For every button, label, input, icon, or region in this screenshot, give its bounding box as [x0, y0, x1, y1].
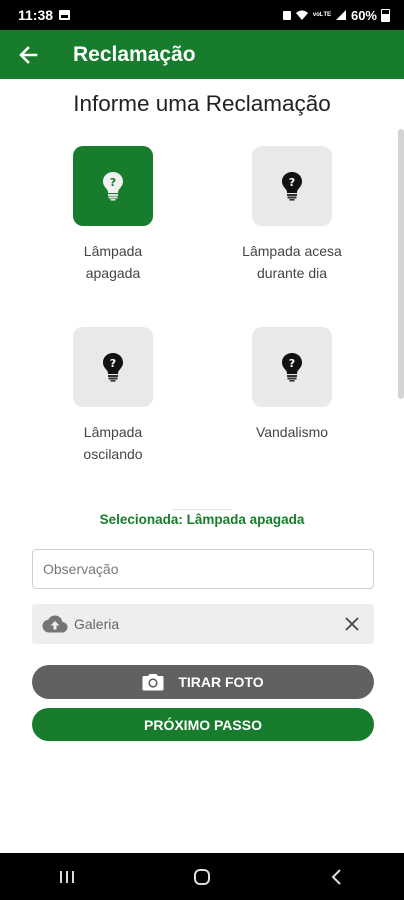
- option-vandalismo[interactable]: ? Vandalismo: [207, 327, 377, 443]
- svg-text:?: ?: [289, 176, 295, 189]
- back-button[interactable]: [0, 30, 56, 79]
- option-lampada-apagada[interactable]: ? Lâmpada apagada: [28, 146, 198, 284]
- option-tile[interactable]: ?: [252, 146, 332, 226]
- option-label: Lâmpada acesa durante dia: [242, 243, 342, 281]
- cloud-upload-icon: [42, 615, 68, 633]
- gallery-label: Galeria: [74, 616, 120, 632]
- home-icon: [193, 868, 210, 885]
- status-bar: 11:38 ᵛᵒᴸᵀᴱ 60%: [0, 0, 404, 30]
- battery-icon: [381, 8, 390, 22]
- wifi-icon: [295, 10, 308, 20]
- lock-icon: [282, 10, 291, 20]
- option-lampada-oscilando[interactable]: ? Lâmpada oscilando: [28, 327, 198, 465]
- option-tile[interactable]: ?: [252, 327, 332, 407]
- page-title: Informe uma Reclamação: [73, 91, 331, 116]
- clear-button[interactable]: [340, 612, 364, 636]
- observation-input[interactable]: [32, 549, 374, 589]
- selected-option-text: Selecionada: Lâmpada apagada: [99, 512, 305, 527]
- app-title: Reclamação: [73, 42, 196, 66]
- status-left: 11:38: [18, 7, 71, 23]
- home-button[interactable]: [172, 857, 232, 897]
- svg-text:?: ?: [110, 176, 116, 189]
- lightbulb-icon: ?: [282, 172, 302, 201]
- main-content: Informe uma Reclamação ? Lâmpada apagada: [0, 79, 404, 853]
- chevron-left-icon: [331, 868, 341, 885]
- take-photo-button[interactable]: TIRAR FOTO: [32, 665, 374, 699]
- arrow-left-icon: [19, 45, 38, 64]
- gallery-field[interactable]: Galeria: [32, 604, 374, 644]
- next-step-label: PRÓXIMO PASSO: [144, 716, 262, 733]
- recents-button[interactable]: [37, 857, 97, 897]
- option-label: Lâmpada oscilando: [83, 424, 143, 462]
- signal-icon: [335, 10, 346, 20]
- battery-percent: 60%: [350, 7, 377, 23]
- lightbulb-icon: ?: [103, 172, 123, 201]
- option-lampada-acesa[interactable]: ? Lâmpada acesa durante dia: [207, 146, 377, 284]
- option-label: Lâmpada apagada: [83, 243, 143, 281]
- status-time: 11:38: [18, 7, 54, 23]
- scrollbar[interactable]: [398, 129, 404, 399]
- option-label: Vandalismo: [255, 424, 329, 440]
- svg-text:?: ?: [289, 357, 295, 370]
- recents-icon: [60, 870, 75, 883]
- next-step-button[interactable]: PRÓXIMO PASSO: [32, 708, 374, 741]
- system-back-button[interactable]: [307, 857, 367, 897]
- lightbulb-icon: ?: [103, 353, 123, 382]
- system-nav-bar: [0, 853, 404, 900]
- volte-text: ᵛᵒᴸᵀᴱ: [312, 10, 331, 20]
- app-bar: Reclamação: [0, 30, 404, 79]
- image-notification-icon: [59, 10, 71, 20]
- close-icon: [345, 617, 359, 631]
- take-photo-label: TIRAR FOTO: [178, 674, 264, 690]
- divider: [172, 509, 232, 510]
- camera-icon: [142, 673, 164, 691]
- status-right: ᵛᵒᴸᵀᴱ 60%: [282, 7, 390, 23]
- svg-text:?: ?: [110, 357, 116, 370]
- option-tile[interactable]: ?: [73, 146, 153, 226]
- lightbulb-icon: ?: [282, 353, 302, 382]
- option-tile[interactable]: ?: [73, 327, 153, 407]
